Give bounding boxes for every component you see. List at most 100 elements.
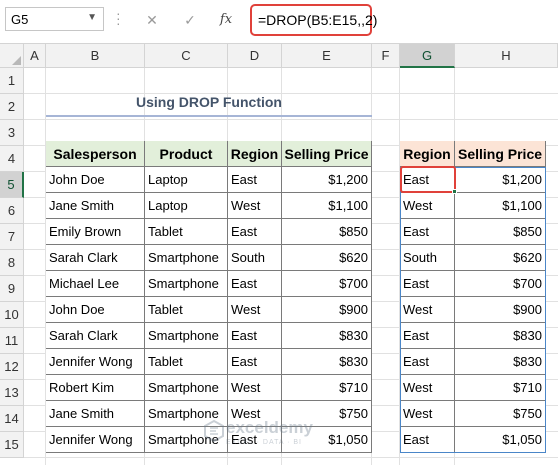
t2-cell[interactable]: West	[400, 193, 455, 219]
select-all-button[interactable]	[0, 44, 24, 68]
t1-cell[interactable]: Jane Smith	[46, 401, 145, 427]
t1-cell[interactable]: Smartphone	[145, 323, 228, 349]
t2-cell[interactable]: West	[400, 375, 455, 401]
t1-cell[interactable]: $1,050	[282, 427, 372, 453]
t1-cell[interactable]: Emily Brown	[46, 219, 145, 245]
t1-cell[interactable]: East	[228, 271, 282, 297]
formula-input[interactable]: =DROP(B5:E15,,2)	[250, 4, 377, 36]
t2-cell[interactable]: East	[400, 219, 455, 245]
t1-cell[interactable]: John Doe	[46, 167, 145, 193]
t1-header-cell[interactable]: Product	[145, 141, 228, 167]
t2-cell[interactable]: East	[400, 349, 455, 375]
t1-cell[interactable]: East	[228, 219, 282, 245]
function-icon[interactable]: fx	[216, 10, 236, 30]
name-box[interactable]: G5 ▼	[5, 7, 104, 31]
row-header-8[interactable]: 8	[0, 250, 24, 276]
t1-cell[interactable]: East	[228, 323, 282, 349]
t2-cell[interactable]: $900	[455, 297, 546, 323]
t1-cell[interactable]: West	[228, 375, 282, 401]
close-icon[interactable]: ✕	[142, 10, 162, 30]
t2-cell[interactable]: East	[400, 167, 455, 193]
t2-cell[interactable]: $830	[455, 349, 546, 375]
t1-cell[interactable]: East	[228, 167, 282, 193]
t2-cell[interactable]: East	[400, 323, 455, 349]
t1-header-cell[interactable]: Salesperson	[46, 141, 145, 167]
t1-cell[interactable]: $830	[282, 323, 372, 349]
t1-cell[interactable]: East	[228, 427, 282, 453]
column-header-d[interactable]: D	[228, 44, 282, 68]
t2-cell[interactable]: $620	[455, 245, 546, 271]
column-header-c[interactable]: C	[145, 44, 228, 68]
t1-cell[interactable]: $1,200	[282, 167, 372, 193]
t2-cell[interactable]: $700	[455, 271, 546, 297]
t1-cell[interactable]: Robert Kim	[46, 375, 145, 401]
t2-cell[interactable]: East	[400, 427, 455, 453]
column-header-g[interactable]: G	[400, 44, 455, 68]
row-header-11[interactable]: 11	[0, 328, 24, 354]
row-header-9[interactable]: 9	[0, 276, 24, 302]
t2-header-cell[interactable]: Region	[400, 141, 455, 167]
fill-handle[interactable]	[452, 189, 457, 194]
t2-cell[interactable]: West	[400, 297, 455, 323]
row-header-15[interactable]: 15	[0, 432, 24, 458]
t1-cell[interactable]: South	[228, 245, 282, 271]
column-header-e[interactable]: E	[282, 44, 372, 68]
column-header-h[interactable]: H	[455, 44, 558, 68]
t1-cell[interactable]: West	[228, 297, 282, 323]
t1-cell[interactable]: Smartphone	[145, 245, 228, 271]
row-header-10[interactable]: 10	[0, 302, 24, 328]
t2-cell[interactable]: East	[400, 271, 455, 297]
t1-cell[interactable]: $900	[282, 297, 372, 323]
t2-cell[interactable]: $1,050	[455, 427, 546, 453]
t1-header-cell[interactable]: Selling Price	[282, 141, 372, 167]
row-header-7[interactable]: 7	[0, 224, 24, 250]
t1-cell[interactable]: Tablet	[145, 349, 228, 375]
chevron-down-icon[interactable]: ▼	[87, 12, 97, 23]
t1-cell[interactable]: Smartphone	[145, 375, 228, 401]
t1-cell[interactable]: East	[228, 349, 282, 375]
row-header-1[interactable]: 1	[0, 68, 24, 94]
t1-cell[interactable]: Sarah Clark	[46, 245, 145, 271]
column-header-b[interactable]: B	[46, 44, 145, 68]
t2-cell[interactable]: $1,100	[455, 193, 546, 219]
t1-header-cell[interactable]: Region	[228, 141, 282, 167]
t1-cell[interactable]: $710	[282, 375, 372, 401]
t1-cell[interactable]: $700	[282, 271, 372, 297]
t1-cell[interactable]: Jane Smith	[46, 193, 145, 219]
t1-cell[interactable]: $830	[282, 349, 372, 375]
t1-cell[interactable]: Tablet	[145, 297, 228, 323]
t1-cell[interactable]: $1,100	[282, 193, 372, 219]
t1-cell[interactable]: West	[228, 193, 282, 219]
t1-cell[interactable]: Jennifer Wong	[46, 427, 145, 453]
row-header-12[interactable]: 12	[0, 354, 24, 380]
t2-cell[interactable]: $710	[455, 375, 546, 401]
checkmark-icon[interactable]: ✓	[180, 10, 200, 30]
t2-cell[interactable]: West	[400, 401, 455, 427]
t1-cell[interactable]: $620	[282, 245, 372, 271]
t1-cell[interactable]: Smartphone	[145, 271, 228, 297]
t1-cell[interactable]: Laptop	[145, 193, 228, 219]
t2-cell[interactable]: $1,200	[455, 167, 546, 193]
t1-cell[interactable]: West	[228, 401, 282, 427]
t2-cell[interactable]: $830	[455, 323, 546, 349]
column-header-a[interactable]: A	[24, 44, 46, 68]
row-header-3[interactable]: 3	[0, 120, 24, 146]
t1-cell[interactable]: Smartphone	[145, 401, 228, 427]
row-header-14[interactable]: 14	[0, 406, 24, 432]
column-header-f[interactable]: F	[372, 44, 400, 68]
t1-cell[interactable]: Jennifer Wong	[46, 349, 145, 375]
t2-cell[interactable]: $750	[455, 401, 546, 427]
t1-cell[interactable]: $750	[282, 401, 372, 427]
drag-handle-icon[interactable]: · · ·	[116, 6, 121, 30]
t1-cell[interactable]: $850	[282, 219, 372, 245]
row-header-2[interactable]: 2	[0, 94, 24, 120]
row-header-13[interactable]: 13	[0, 380, 24, 406]
row-header-4[interactable]: 4	[0, 146, 24, 172]
t1-cell[interactable]: Sarah Clark	[46, 323, 145, 349]
t1-cell[interactable]: Laptop	[145, 167, 228, 193]
t2-cell[interactable]: South	[400, 245, 455, 271]
t1-cell[interactable]: John Doe	[46, 297, 145, 323]
t2-cell[interactable]: $850	[455, 219, 546, 245]
t1-cell[interactable]: Michael Lee	[46, 271, 145, 297]
row-header-5[interactable]: 5	[0, 172, 24, 198]
